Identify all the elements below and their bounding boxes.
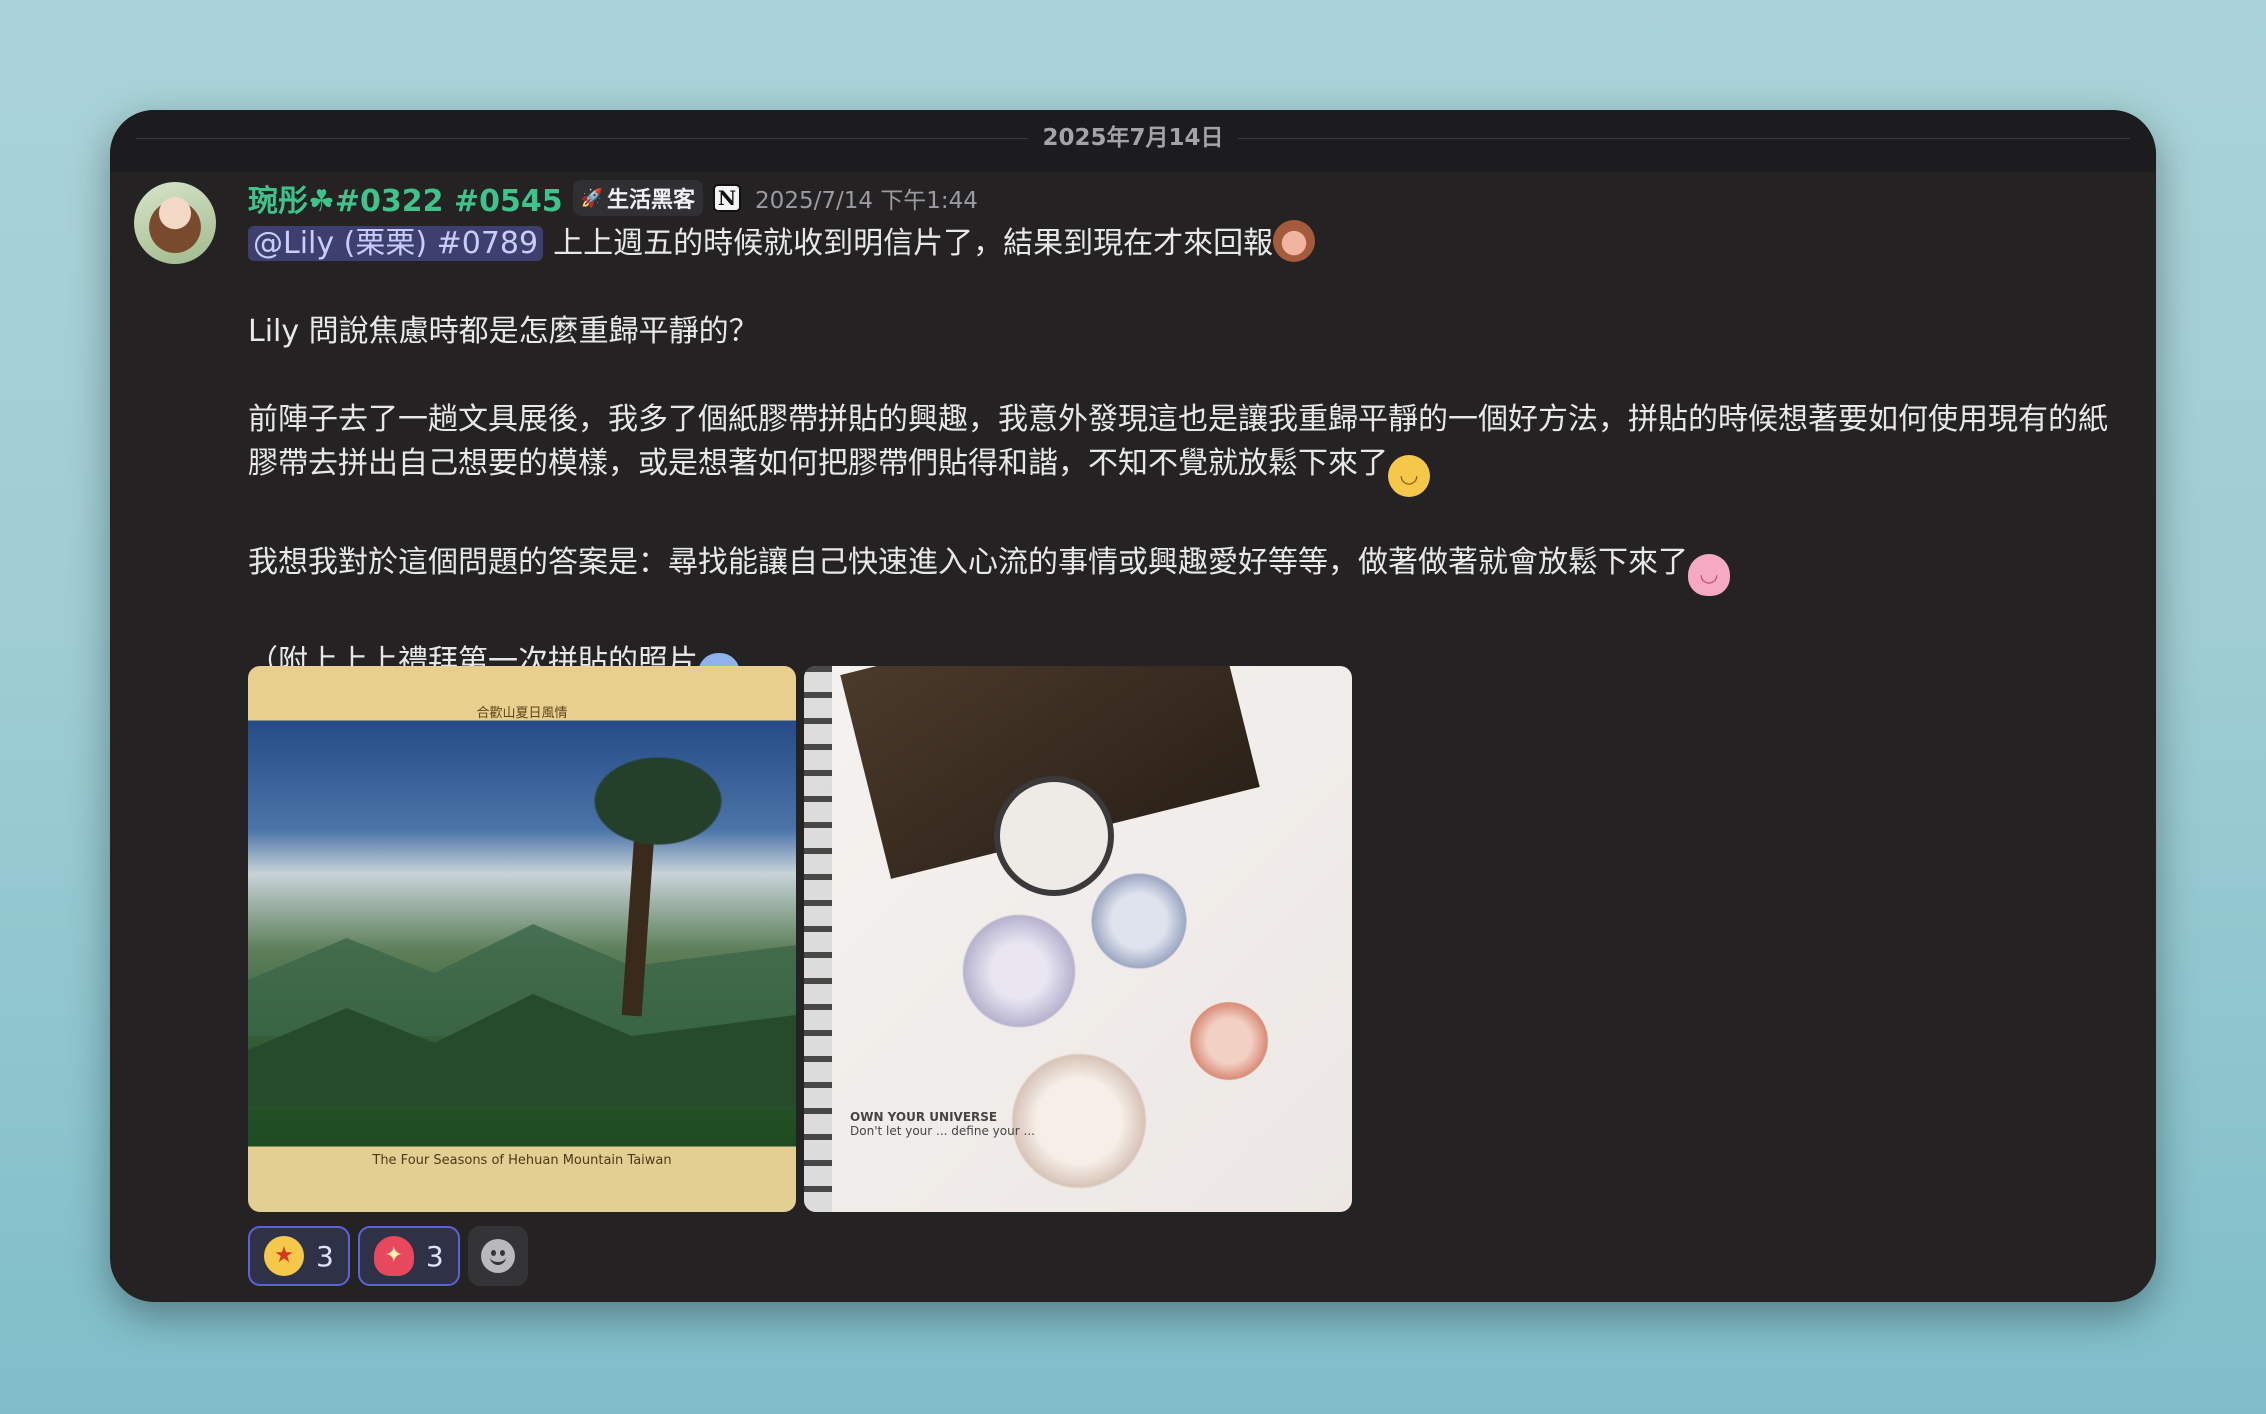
flower-illustration [1084, 866, 1194, 976]
flower-illustration [1184, 996, 1274, 1086]
message-line-3: 前陣子去了一趟文具展後，我多了個紙膠帶拼貼的興趣，我意外發現這也是讓我重歸平靜的… [248, 398, 2116, 497]
reaction-sparkling-heart[interactable]: ✦ 3 [357, 1226, 460, 1286]
reactions-bar: ★ 3 ✦ 3 [248, 1226, 528, 1286]
date-divider-label: 2025年7月14日 [1028, 122, 1238, 154]
user-mention[interactable]: @Lily (栗栗) #0789 [248, 226, 544, 261]
tree-crown [578, 746, 738, 856]
image-attachments: 合歡山夏日風情 The Four Seasons of Hehuan Mount… [248, 666, 1372, 1212]
postcard-banner-bottom: The Four Seasons of Hehuan Mountain Taiw… [372, 1153, 672, 1168]
date-divider: 2025年7月14日 [110, 110, 2156, 172]
smiling-heart-icon: ◡ [1688, 554, 1730, 596]
message-line-1: @Lily (栗栗) #0789 上上週五的時候就收到明信片了，結果到現在才來回報 [248, 220, 2116, 266]
star-struck-icon: ★ [264, 1236, 304, 1276]
avatar[interactable] [134, 182, 216, 264]
sparkling-heart-icon: ✦ [373, 1236, 414, 1276]
role-tag[interactable]: 🚀 生活黑客 [572, 180, 704, 216]
author-name[interactable]: 琬彤☘#0322 #0545 [248, 176, 563, 220]
role-tag-label: 生活黑客 [607, 188, 696, 213]
message-line-4: 我想我對於這個問題的答案是：尋找能讓自己快速進入心流的事情或興趣愛好等等，做著做… [248, 541, 2116, 596]
reaction-count: 3 [425, 1239, 444, 1273]
notion-icon[interactable]: N [713, 184, 742, 212]
rocket-icon: 🚀 [580, 187, 604, 209]
see-no-evil-monkey-icon [1273, 220, 1316, 262]
message-text-3: 前陣子去了一趟文具展後，我多了個紙膠帶拼貼的興趣，我意外發現這也是讓我重歸平靜的… [248, 402, 2108, 481]
reaction-count: 3 [316, 1239, 334, 1273]
relieved-face-icon: ◡ [1388, 455, 1430, 497]
add-reaction-icon [480, 1239, 515, 1273]
image-attachment-postcard[interactable]: 合歡山夏日風情 The Four Seasons of Hehuan Mount… [248, 666, 796, 1212]
message-header: 琬彤☘#0322 #0545 🚀 生活黑客 N 2025/7/14 下午1:44 [248, 176, 2116, 220]
collage-caption-line-1: OWN YOUR UNIVERSE [850, 1110, 998, 1124]
flower-illustration [954, 906, 1084, 1036]
postcard-banner-top: 合歡山夏日風情 [476, 706, 568, 721]
chat-window: 2025年7月14日 琬彤☘#0322 #0545 🚀 生活黑客 N 2025/… [110, 110, 2156, 1302]
message: 琬彤☘#0322 #0545 🚀 生活黑客 N 2025/7/14 下午1:44… [248, 176, 2116, 695]
clock-illustration [994, 776, 1114, 896]
message-timestamp[interactable]: 2025/7/14 下午1:44 [755, 181, 978, 215]
collage-caption: OWN YOUR UNIVERSE Don't let your ... def… [850, 1110, 1035, 1138]
image-attachment-collage[interactable]: OWN YOUR UNIVERSE Don't let your ... def… [804, 666, 1352, 1212]
reaction-star-struck[interactable]: ★ 3 [248, 1226, 350, 1286]
message-text-2: Lily 問說焦慮時都是怎麼重歸平靜的？ [248, 314, 759, 349]
add-reaction-button[interactable] [467, 1226, 528, 1286]
message-text-4: 我想我對於這個問題的答案是：尋找能讓自己快速進入心流的事情或興趣愛好等等，做著做… [248, 545, 1688, 580]
collage-caption-line-2: Don't let your ... define your ... [850, 1124, 1035, 1138]
notebook-spiral [804, 666, 832, 1212]
message-text-1: 上上週五的時候就收到明信片了，結果到現在才來回報 [553, 226, 1274, 261]
